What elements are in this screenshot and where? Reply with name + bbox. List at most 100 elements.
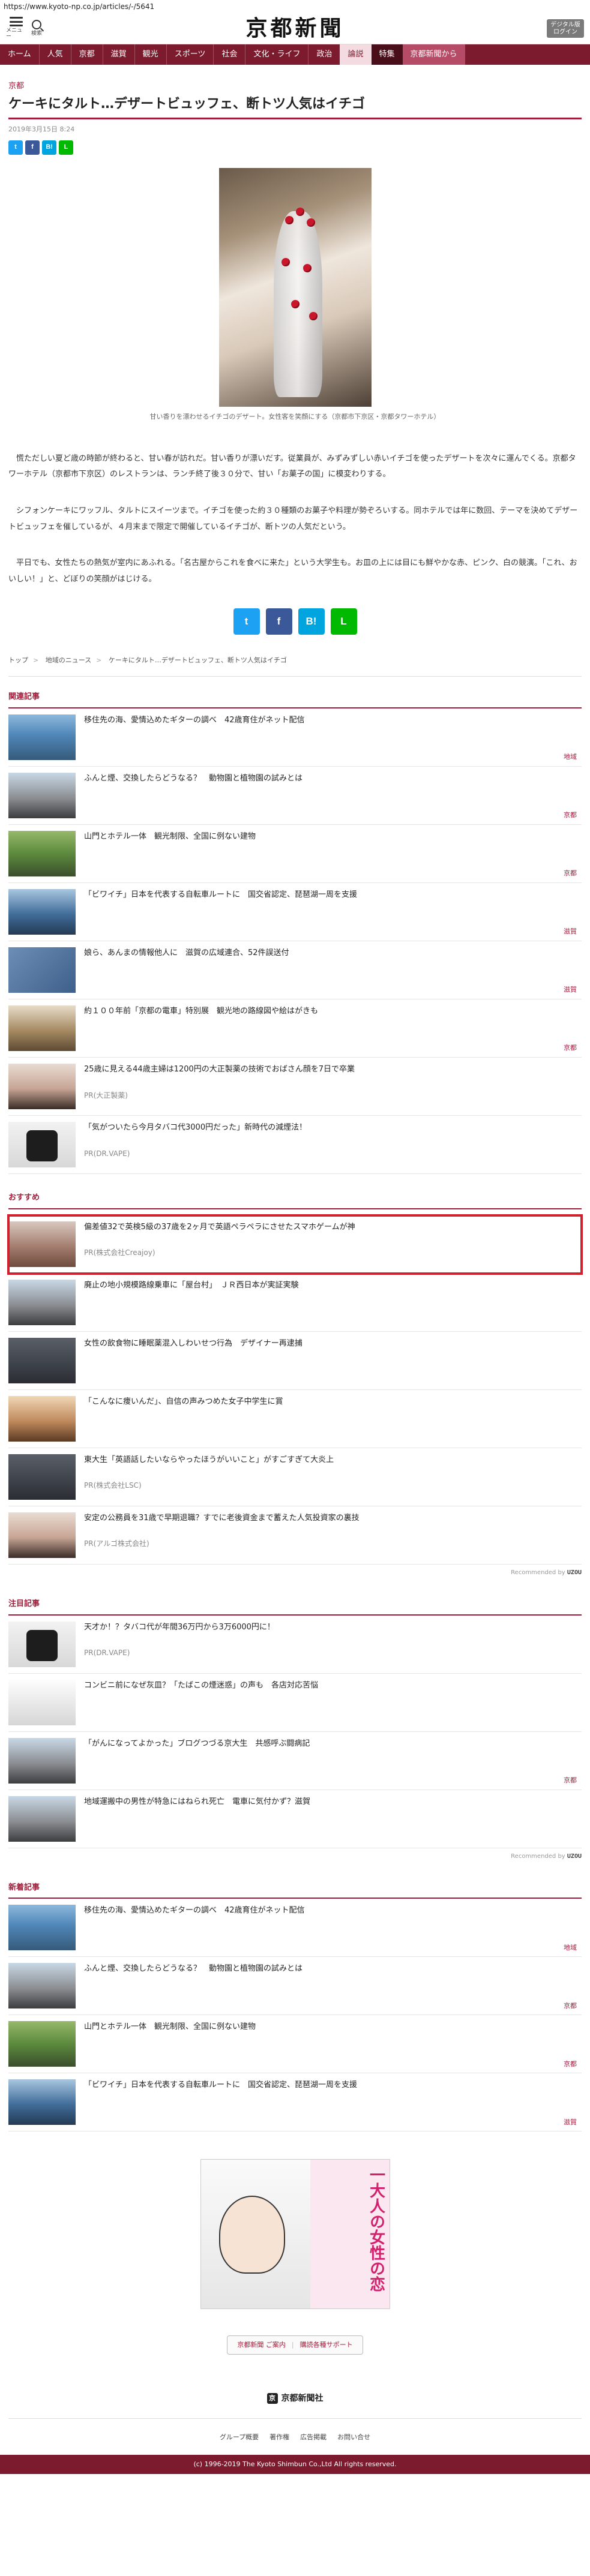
thumbnail-image[interactable]	[8, 1221, 76, 1267]
list-item-title[interactable]: 「がんになってよかった」ブログつづる京大生 共感呼ぶ闘病記	[84, 1738, 582, 1750]
list-item-title[interactable]: 25歳に見える44歳主婦は1200円の大正製薬の技術でおばさん顔を7日で卒業	[84, 1064, 582, 1076]
list-item[interactable]: ふんと煙、交換したらどうなる？ 動物園と植物園の試みとは 京都	[8, 1957, 582, 2016]
category-tag[interactable]: 地域	[564, 752, 577, 762]
recommended-by[interactable]: Recommended by UZOU	[8, 1568, 582, 1578]
category-tag[interactable]: 京都	[564, 1775, 577, 1786]
guide-link[interactable]: 京都新聞 ご案内	[237, 2341, 286, 2349]
footer-link[interactable]: グループ概要	[220, 2432, 259, 2443]
list-item-title[interactable]: コンビニ前になぜ灰皿？「たばこの煙迷惑」の声も 各店対応苦悩	[84, 1680, 582, 1692]
category-tag[interactable]: 滋賀	[564, 926, 577, 937]
thumbnail-image[interactable]	[8, 1337, 76, 1383]
list-item[interactable]: 安定の公務員を31歳で早期退職？すでに老後資金まで蓄えた人気投資家の裏技 PR(ア…	[8, 1506, 582, 1565]
nav-item[interactable]: 人気	[40, 44, 71, 65]
twitter-share-button[interactable]: t	[8, 140, 23, 155]
thumbnail-image[interactable]	[8, 1512, 76, 1558]
thumbnail-image[interactable]	[8, 947, 76, 993]
list-item[interactable]: 女性の飲食物に睡眠薬混入しわいせつ行為 デザイナー再逮捕	[8, 1332, 582, 1390]
category-tag[interactable]: 京都	[564, 868, 577, 879]
thumbnail-image[interactable]	[8, 2079, 76, 2125]
list-item-title[interactable]: 「ビワイチ」日本を代表する自転車ルートに 国交省認定、琵琶湖一周を支援	[84, 889, 582, 901]
list-item[interactable]: 東大生「英語話したいならやったほうがいいこと」がすごすぎて大炎上 PR(株式会社L…	[8, 1448, 582, 1506]
category-tag[interactable]: 滋賀	[564, 2117, 577, 2128]
list-item-title[interactable]: 廃止の地小規模路線乗車に「屋台村」 ＪＲ西日本が実証実験	[84, 1280, 582, 1292]
category-tag[interactable]: 京都	[564, 1043, 577, 1053]
list-item-title[interactable]: 娘ら、あんまの情報他人に 滋賀の広域連合、52件誤送付	[84, 947, 582, 959]
category-tag[interactable]: 京都	[564, 2059, 577, 2070]
list-item[interactable]: 「がんになってよかった」ブログつづる京大生 共感呼ぶ闘病記京都	[8, 1732, 582, 1790]
thumbnail-image[interactable]	[8, 889, 76, 935]
thumbnail-image[interactable]	[8, 2021, 76, 2067]
thumbnail-image[interactable]	[8, 1064, 76, 1110]
list-item[interactable]: 25歳に見える44歳主婦は1200円の大正製薬の技術でおばさん顔を7日で卒業 PR…	[8, 1058, 582, 1116]
menu-button[interactable]: メニュー	[6, 17, 26, 40]
thumbnail-image[interactable]	[8, 1737, 76, 1784]
nav-item[interactable]: ホーム	[0, 44, 39, 65]
facebook-share-button[interactable]: f	[25, 140, 40, 155]
article-photo[interactable]	[218, 168, 372, 407]
list-item[interactable]: 天才か！？タバコ代が年間36万円から3万6000円に！ PR(DR.VAPE)	[8, 1616, 582, 1674]
nav-item[interactable]: 京都	[71, 44, 103, 65]
list-item-title[interactable]: 東大生「英語話したいならやったほうがいいこと」がすごすぎて大炎上	[84, 1454, 582, 1466]
line-share-button[interactable]: L	[330, 608, 357, 635]
category-tag[interactable]: 京都	[564, 810, 577, 821]
breadcrumb-link[interactable]: トップ	[8, 656, 28, 664]
list-item[interactable]: 「気がついたら今月タバコ代3000円だった」新時代の減煙法！ PR(DR.VAPE…	[8, 1116, 582, 1175]
thumbnail-image[interactable]	[8, 1621, 76, 1667]
list-item[interactable]: 「こんなに痩いんだ」、自信の声みつめた女子中学生に賞	[8, 1390, 582, 1448]
nav-item[interactable]: 特集	[371, 44, 403, 65]
category-tag[interactable]: 地域	[564, 1942, 577, 1953]
thumbnail-image[interactable]	[8, 1005, 76, 1052]
facebook-share-button[interactable]: f	[265, 608, 292, 635]
thumbnail-image[interactable]	[8, 1279, 76, 1325]
list-item-title[interactable]: 「気がついたら今月タバコ代3000円だった」新時代の減煙法！	[84, 1122, 582, 1134]
list-item-title[interactable]: 安定の公務員を31歳で早期退職？すでに老後資金まで蓄えた人気投資家の裏技	[84, 1512, 582, 1524]
list-item[interactable]: 「ビワイチ」日本を代表する自転車ルートに 国交省認定、琵琶湖一周を支援滋賀	[8, 2073, 582, 2132]
footer-link[interactable]: 著作権	[269, 2432, 289, 2443]
list-item-title[interactable]: 山門とホテル一体 観光制限、全国に例ない建物	[84, 831, 582, 843]
footer-link[interactable]: 広告掲載	[300, 2432, 327, 2443]
nav-item[interactable]: スポーツ	[167, 44, 214, 65]
list-item[interactable]: 約１００年前「京都の電車」特別展 観光地の路線図や絵はがきも 京都	[8, 999, 582, 1058]
category-tag[interactable]: 滋賀	[564, 984, 577, 995]
list-item-title[interactable]: 女性の飲食物に睡眠薬混入しわいせつ行為 デザイナー再逮捕	[84, 1338, 582, 1350]
list-item[interactable]: ふんと煙、交換したらどうなる？ 動物園と植物園の試みとは 京都	[8, 767, 582, 825]
hatena-share-button[interactable]: B!	[42, 140, 56, 155]
thumbnail-image[interactable]	[8, 1679, 76, 1725]
footer-logo[interactable]: 京 京都新聞社	[8, 2392, 582, 2405]
digital-login-button[interactable]: デジタル版 ログイン	[547, 19, 584, 38]
thumbnail-image[interactable]	[8, 1905, 76, 1951]
list-item-title[interactable]: 「ビワイチ」日本を代表する自転車ルートに 国交省認定、琵琶湖一周を支援	[84, 2079, 582, 2091]
thumbnail-image[interactable]	[8, 831, 76, 877]
nav-item[interactable]: 滋賀	[103, 44, 134, 65]
nav-item[interactable]: 政治	[309, 44, 340, 65]
nav-item[interactable]: 観光	[135, 44, 166, 65]
list-item[interactable]: 娘ら、あんまの情報他人に 滋賀の広域連合、52件誤送付滋賀	[8, 941, 582, 1000]
thumbnail-image[interactable]	[8, 1395, 76, 1442]
breadcrumb-link[interactable]: 地域のニュース	[46, 656, 91, 664]
recommended-by[interactable]: Recommended by UZOU	[8, 1852, 582, 1862]
line-share-button[interactable]: L	[59, 140, 73, 155]
ad-banner[interactable]: 一大人の女性の恋	[200, 2159, 390, 2310]
site-logo[interactable]: 京都新聞	[245, 11, 344, 46]
thumbnail-image[interactable]	[8, 714, 76, 761]
nav-item[interactable]: 社会	[214, 44, 245, 65]
thumbnail-image[interactable]	[8, 1963, 76, 2009]
nav-item[interactable]: 京都新聞から	[402, 44, 465, 65]
list-item[interactable]: 山門とホテル一体 観光制限、全国に例ない建物 京都	[8, 2015, 582, 2074]
thumbnail-image[interactable]	[8, 1796, 76, 1842]
article-category[interactable]: 京都	[8, 80, 582, 93]
nav-item[interactable]: 文化・ライフ	[245, 44, 308, 65]
nav-item[interactable]: 論説	[340, 44, 372, 65]
support-link[interactable]: 購読各種サポート	[300, 2341, 353, 2349]
list-item[interactable]: 廃止の地小規模路線乗車に「屋台村」 ＪＲ西日本が実証実験	[8, 1274, 582, 1332]
list-item-title[interactable]: 地域運搬中の男性が特急にはねられ死亡 電車に気付かず？滋賀	[84, 1796, 582, 1808]
twitter-share-button[interactable]: t	[233, 608, 260, 635]
search-button[interactable]: 検索	[26, 20, 47, 37]
thumbnail-image[interactable]	[8, 773, 76, 819]
list-item-title[interactable]: ふんと煙、交換したらどうなる？ 動物園と植物園の試みとは	[84, 1963, 582, 1975]
list-item-title[interactable]: 天才か！？タバコ代が年間36万円から3万6000円に！	[84, 1622, 582, 1634]
list-item[interactable]: 「ビワイチ」日本を代表する自転車ルートに 国交省認定、琵琶湖一周を支援滋賀	[8, 883, 582, 942]
list-item-title[interactable]: 「こんなに痩いんだ」、自信の声みつめた女子中学生に賞	[84, 1396, 582, 1408]
footer-link[interactable]: お問い合せ	[337, 2432, 370, 2443]
thumbnail-image[interactable]	[8, 1122, 76, 1168]
